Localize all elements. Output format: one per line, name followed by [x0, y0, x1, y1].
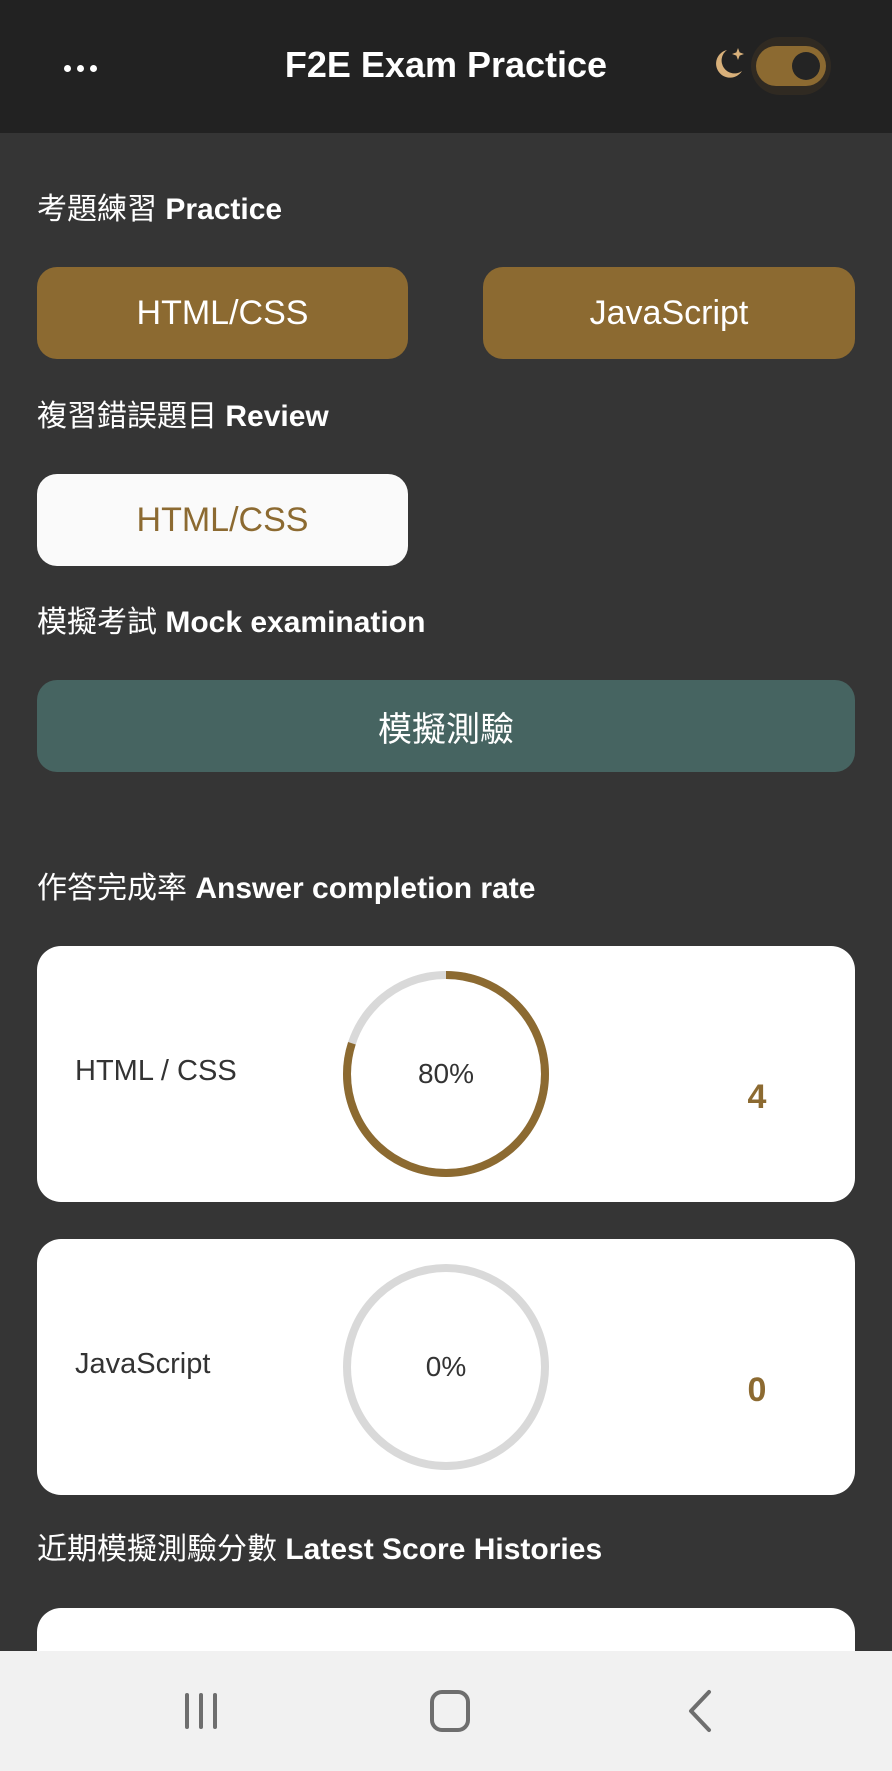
completion-ring: 80%	[341, 969, 551, 1179]
mock-heading: 模擬考試 Mock examination	[37, 603, 425, 643]
review-heading-zh: 複習錯誤題目	[37, 400, 217, 433]
history-heading-en: Latest Score Histories	[285, 1533, 603, 1566]
completion-heading-zh: 作答完成率	[37, 872, 187, 905]
completion-heading-en: Answer completion rate	[195, 872, 536, 905]
review-html-css-button[interactable]: HTML/CSS	[37, 474, 408, 566]
system-nav-bar	[0, 1651, 892, 1771]
toggle-knob	[792, 52, 820, 80]
top-app-bar: F2E Exam Practice	[0, 0, 892, 133]
completion-count: 4	[747, 1078, 767, 1116]
practice-javascript-button[interactable]: JavaScript	[483, 267, 855, 359]
mock-heading-en: Mock examination	[165, 606, 426, 639]
history-heading: 近期模擬測驗分數 Latest Score Histories	[37, 1530, 602, 1570]
home-icon[interactable]	[420, 1681, 480, 1741]
back-icon[interactable]	[671, 1681, 731, 1741]
mock-heading-zh: 模擬考試	[37, 606, 157, 639]
completion-ring: 0%	[341, 1262, 551, 1472]
completion-card-javascript: JavaScript 0% 0	[37, 1239, 855, 1495]
review-heading: 複習錯誤題目 Review	[37, 397, 329, 437]
completion-percent: 0%	[425, 1351, 467, 1382]
completion-label: JavaScript	[75, 1348, 211, 1380]
practice-heading-en: Practice	[165, 193, 283, 226]
practice-heading-zh: 考題練習	[37, 193, 157, 226]
review-heading-en: Review	[225, 400, 329, 433]
completion-heading: 作答完成率 Answer completion rate	[37, 869, 535, 909]
history-heading-zh: 近期模擬測驗分數	[37, 1533, 277, 1566]
practice-heading: 考題練習 Practice	[37, 190, 282, 230]
completion-count: 0	[747, 1371, 767, 1409]
completion-percent: 80%	[417, 1058, 475, 1089]
completion-label: HTML / CSS	[75, 1055, 237, 1087]
mock-exam-button[interactable]: 模擬測驗	[37, 680, 855, 772]
moon-stars-icon	[716, 48, 744, 78]
recent-apps-icon[interactable]	[171, 1681, 231, 1741]
practice-html-css-button[interactable]: HTML/CSS	[37, 267, 408, 359]
dark-mode-toggle[interactable]	[751, 37, 831, 95]
completion-card-html-css: HTML / CSS 80% 4	[37, 946, 855, 1202]
